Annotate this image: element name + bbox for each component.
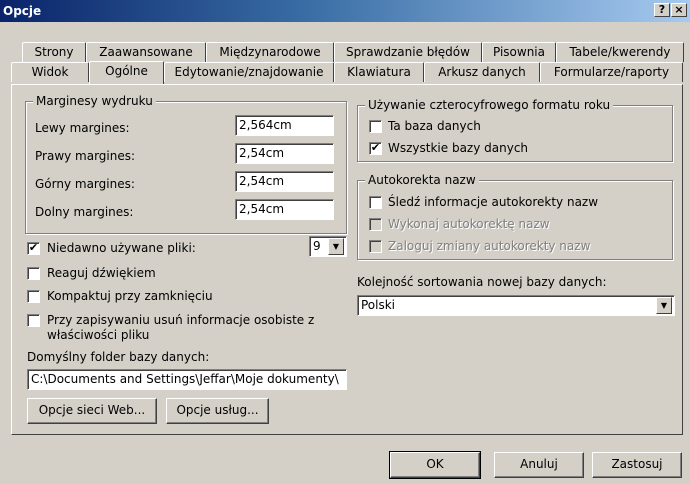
compact-on-close-checkbox[interactable] <box>27 290 40 303</box>
log-autocorrect-label: Zaloguj zmiany autokorekty nazw <box>388 239 591 253</box>
tab-strony[interactable]: Strony <box>22 42 86 62</box>
autocorrect-group: Autokorekta nazw Śledź informacje autoko… <box>357 173 673 260</box>
autocorrect-legend: Autokorekta nazw <box>365 173 479 187</box>
right-margin-label: Prawy margines: <box>35 149 136 163</box>
perform-autocorrect-checkbox[interactable] <box>369 218 382 231</box>
default-folder-label: Domyślny folder bazy danych: <box>27 350 210 364</box>
ok-button[interactable]: OK <box>389 451 481 479</box>
remove-personal-info-checkbox[interactable] <box>27 314 40 327</box>
service-options-button[interactable]: Opcje usług... <box>166 398 269 424</box>
tab-sprawdzanie-bledow[interactable]: Sprawdzanie błędów <box>334 42 482 62</box>
recent-files-checkbox[interactable]: ✔ <box>27 242 40 255</box>
left-margin-input[interactable]: 2,564cm <box>235 115 334 136</box>
right-margin-input[interactable]: 2,54cm <box>235 143 334 164</box>
perform-autocorrect-label: Wykonaj autokorektę nazw <box>388 217 550 231</box>
tab-arkusz-danych[interactable]: Arkusz danych <box>424 62 540 82</box>
web-options-button[interactable]: Opcje sieci Web... <box>27 398 157 424</box>
close-button[interactable]: × <box>671 3 687 17</box>
log-autocorrect-checkbox[interactable] <box>369 240 382 253</box>
tab-pisownia[interactable]: Pisownia <box>482 42 556 62</box>
bottom-margin-label: Dolny margines: <box>35 205 134 219</box>
sort-order-select[interactable]: Polski <box>357 295 675 316</box>
tab-widok[interactable]: Widok <box>11 62 89 82</box>
track-autocorrect-label: Śledź informacje autokorekty nazw <box>388 195 599 209</box>
margins-group: Marginesy wydruku Lewy margines: 2,564cm… <box>25 94 347 234</box>
top-margin-input[interactable]: 2,54cm <box>235 171 334 192</box>
window-title: Opcje <box>3 4 42 18</box>
all-databases-checkbox[interactable]: ✔ <box>369 142 382 155</box>
chevron-down-icon[interactable]: ▼ <box>656 297 672 314</box>
sound-label: Reaguj dźwiękiem <box>47 266 156 280</box>
year-format-group: Używanie czterocyfrowego formatu roku Ta… <box>357 98 673 162</box>
cancel-button[interactable]: Anuluj <box>494 452 584 478</box>
tab-miedzynarodowe[interactable]: Międzynarodowe <box>206 42 334 62</box>
top-margin-label: Górny margines: <box>35 177 135 191</box>
title-bar: Opcje <box>0 0 690 22</box>
recent-files-count-value: 9 <box>313 239 321 253</box>
remove-personal-info-label: Przy zapisywaniu usuń informacje osobist… <box>47 313 315 327</box>
this-database-label: Ta baza danych <box>388 119 481 133</box>
this-database-checkbox[interactable] <box>369 120 382 133</box>
remove-personal-info-label-line2: właściwości pliku <box>47 328 150 342</box>
tab-tabele-kwerendy[interactable]: Tabele/kwerendy <box>556 42 684 62</box>
tab-zaawansowane[interactable]: Zaawansowane <box>86 42 206 62</box>
year-format-legend: Używanie czterocyfrowego formatu roku <box>365 98 614 112</box>
tab-edytowanie-znajdowanie[interactable]: Edytowanie/znajdowanie <box>164 62 334 82</box>
left-margin-label: Lewy margines: <box>35 121 130 135</box>
default-folder-input[interactable]: C:\Documents and Settings\Jeffar\Moje do… <box>27 369 347 390</box>
tab-klawiatura[interactable]: Klawiatura <box>334 62 424 82</box>
tab-ogolne[interactable]: Ogólne <box>89 61 164 84</box>
track-autocorrect-checkbox[interactable] <box>369 196 382 209</box>
help-button[interactable]: ? <box>654 3 670 17</box>
tab-formularze-raporty[interactable]: Formularze/raporty <box>540 62 683 82</box>
sound-checkbox[interactable] <box>27 267 40 280</box>
margins-legend: Marginesy wydruku <box>33 94 156 108</box>
bottom-margin-input[interactable]: 2,54cm <box>235 199 334 220</box>
apply-button[interactable]: Zastosuj <box>592 452 682 478</box>
all-databases-label: Wszystkie bazy danych <box>388 141 529 155</box>
sort-order-value: Polski <box>361 298 396 312</box>
sort-order-label: Kolejność sortowania nowej bazy danych: <box>357 275 607 289</box>
compact-on-close-label: Kompaktuj przy zamknięciu <box>47 289 213 303</box>
chevron-down-icon[interactable]: ▼ <box>328 238 344 255</box>
tab-panel: Marginesy wydruku Lewy margines: 2,564cm… <box>11 84 683 435</box>
recent-files-label: Niedawno używane pliki: <box>47 241 196 255</box>
